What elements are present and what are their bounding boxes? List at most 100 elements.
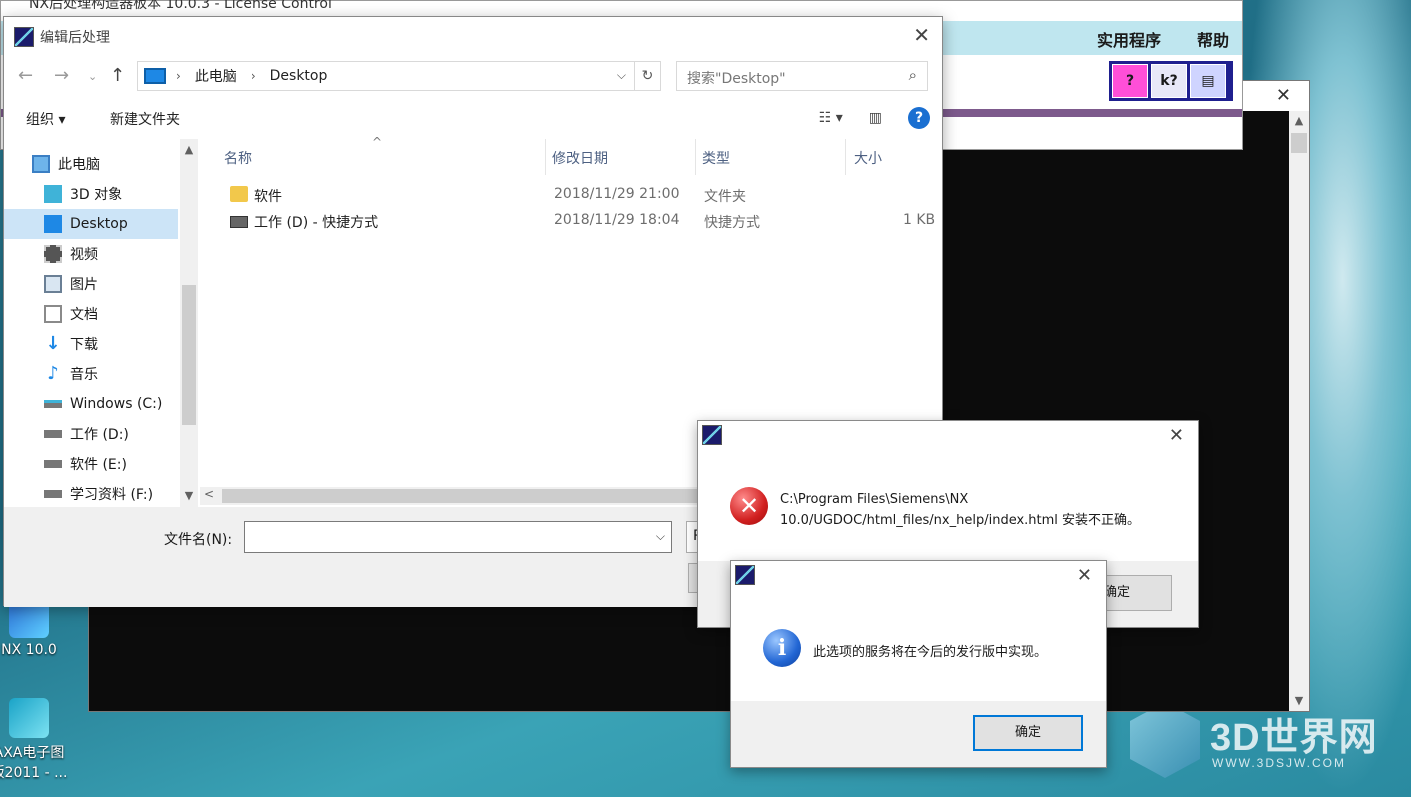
context-help-icon[interactable]: k?: [1151, 64, 1187, 98]
error-icon: ✕: [730, 487, 768, 525]
nav-scrollbar[interactable]: ▲ ▼: [180, 139, 198, 507]
file-size: 1 KB: [903, 212, 936, 228]
address-bar[interactable]: › 此电脑 › Desktop ⌵ ↻: [137, 61, 661, 91]
nav-label: Desktop: [70, 216, 128, 232]
info-dialog: ✕ i 此选项的服务将在今后的发行版中实现。 确定: [730, 560, 1107, 768]
console-close-icon[interactable]: ✕: [1276, 85, 1291, 106]
error-message-line: 10.0/UGDOC/html_files/nx_help/index.html…: [780, 513, 1141, 528]
recent-chevron-icon[interactable]: ⌄: [88, 70, 97, 83]
help-bubble-icon[interactable]: ?: [1112, 64, 1148, 98]
column-header-type[interactable]: 类型: [696, 139, 846, 175]
file-date: 2018/11/29 21:00: [554, 186, 680, 202]
nav-item-drive-e[interactable]: 软件 (E:): [4, 449, 178, 479]
info-close-icon[interactable]: ✕: [1077, 565, 1092, 586]
nav-item-this-pc[interactable]: 此电脑: [4, 149, 178, 179]
caxa-app-icon: [9, 698, 49, 738]
drive-icon: [44, 430, 62, 438]
drive-icon: [44, 490, 62, 498]
preview-pane-icon[interactable]: ▥: [869, 110, 882, 126]
info-message: 此选项的服务将在今后的发行版中实现。: [813, 645, 1048, 660]
chevron-right-icon[interactable]: ›: [176, 69, 181, 83]
ok-button[interactable]: 确定: [973, 715, 1083, 751]
organize-button[interactable]: 组织 ▾: [26, 109, 65, 129]
desktop-icon-label: AXA电子图: [0, 745, 65, 761]
console-scrollbar[interactable]: ▲ ▼: [1289, 111, 1309, 711]
scroll-left-icon[interactable]: <: [204, 487, 214, 501]
document-icon: [44, 305, 62, 323]
file-type: 文件夹: [704, 189, 746, 205]
menu-utilities[interactable]: 实用程序: [1097, 27, 1161, 51]
nav-label: Windows (C:): [70, 396, 163, 412]
help-icon[interactable]: ?: [908, 107, 930, 129]
video-icon: [44, 245, 62, 263]
info-footer: 确定: [731, 701, 1106, 767]
chevron-right-icon[interactable]: ›: [251, 69, 256, 83]
search-icon[interactable]: ⌕: [909, 66, 917, 84]
file-name: 软件: [254, 189, 282, 205]
drive-icon: [44, 400, 62, 408]
desktop-icon-caxa[interactable]: AXA电子图 版2011 - ...: [0, 698, 72, 782]
nav-item-documents[interactable]: 文档: [4, 299, 178, 329]
pc-icon: [32, 155, 50, 173]
shortcut-icon: [230, 216, 248, 228]
up-arrow-icon[interactable]: ↑: [110, 65, 125, 86]
menu-help[interactable]: 帮助: [1197, 27, 1229, 51]
breadcrumb-this-pc[interactable]: 此电脑: [195, 66, 237, 86]
dialog-title: 编辑后处理: [40, 30, 110, 46]
nav-item-drive-c[interactable]: Windows (C:): [4, 389, 178, 419]
back-arrow-icon[interactable]: ←: [18, 65, 33, 86]
drive-icon: [44, 460, 62, 468]
view-options-icon[interactable]: ☷ ▾: [819, 110, 843, 126]
nx-app-icon: [735, 565, 755, 585]
file-row[interactable]: 工作 (D) - 快捷方式 2018/11/29 18:04 快捷方式 1 KB: [200, 208, 944, 234]
scroll-up-icon[interactable]: ▲: [1289, 111, 1309, 131]
download-icon: ↓: [45, 333, 61, 354]
column-header-date[interactable]: 修改日期: [546, 139, 696, 175]
scroll-down-icon[interactable]: ▼: [180, 489, 198, 502]
filename-input[interactable]: ⌵: [244, 521, 672, 553]
chevron-down-icon[interactable]: ⌵: [617, 68, 626, 83]
nav-label: 学习资料 (F:): [70, 487, 154, 503]
nav-item-pictures[interactable]: 图片: [4, 269, 178, 299]
file-name: 工作 (D) - 快捷方式: [254, 215, 379, 231]
dialog-close-icon[interactable]: ✕: [913, 23, 930, 47]
navigation-pane: 此电脑 3D 对象 Desktop 视频 图片 文档 ↓ 下载 ♪ 音乐 Win…: [4, 139, 198, 507]
nav-item-videos[interactable]: 视频: [4, 239, 178, 269]
column-header-size[interactable]: 大小: [846, 139, 944, 175]
file-row[interactable]: 软件 2018/11/29 21:00 文件夹: [200, 182, 944, 208]
nav-label: 文档: [70, 307, 98, 323]
error-close-icon[interactable]: ✕: [1169, 425, 1184, 446]
nx-app-icon: [14, 27, 34, 47]
new-folder-button[interactable]: 新建文件夹: [110, 109, 180, 129]
pc-icon: [144, 68, 166, 84]
nx-app-icon: [702, 425, 722, 445]
scroll-thumb[interactable]: [1291, 133, 1307, 153]
scroll-down-icon[interactable]: ▼: [1289, 691, 1309, 711]
nav-item-drive-d[interactable]: 工作 (D:): [4, 419, 178, 449]
nx-window-title: NX后处理构造器板本 10.0.3 - License Control: [29, 0, 332, 12]
filename-label: 文件名(N):: [164, 532, 233, 548]
desktop-icon-label: NX 10.0: [1, 642, 57, 658]
manual-book-icon[interactable]: ▤: [1190, 64, 1226, 98]
scroll-up-icon[interactable]: ▲: [180, 143, 198, 156]
search-input[interactable]: 搜索"Desktop" ⌕: [676, 61, 928, 91]
column-header-name[interactable]: 名称: [200, 139, 546, 175]
forward-arrow-icon[interactable]: →: [54, 65, 69, 86]
refresh-icon[interactable]: ↻: [634, 62, 660, 90]
breadcrumb-desktop[interactable]: Desktop: [270, 68, 328, 84]
nav-item-music[interactable]: ♪ 音乐: [4, 359, 178, 389]
chevron-down-icon[interactable]: ⌵: [656, 529, 665, 544]
nav-item-drive-f[interactable]: 学习资料 (F:): [4, 479, 178, 509]
scroll-thumb[interactable]: [182, 285, 196, 425]
nav-item-3d-objects[interactable]: 3D 对象: [4, 179, 178, 209]
file-type: 快捷方式: [704, 215, 760, 231]
nav-item-desktop[interactable]: Desktop: [4, 209, 178, 239]
desktop-icon-nx[interactable]: NX 10.0: [0, 598, 72, 658]
error-message-line: C:\Program Files\Siemens\NX: [780, 492, 969, 507]
watermark-url: WWW.3DSJW.COM: [1212, 756, 1346, 770]
nav-item-downloads[interactable]: ↓ 下载: [4, 329, 178, 359]
command-bar: 组织 ▾ 新建文件夹 ☷ ▾ ▥ ?: [4, 101, 942, 139]
file-date: 2018/11/29 18:04: [554, 212, 680, 228]
navigation-row: ← → ⌄ ↑ › 此电脑 › Desktop ⌵ ↻ 搜索"Desktop" …: [4, 61, 942, 93]
nav-label: 视频: [70, 247, 98, 263]
